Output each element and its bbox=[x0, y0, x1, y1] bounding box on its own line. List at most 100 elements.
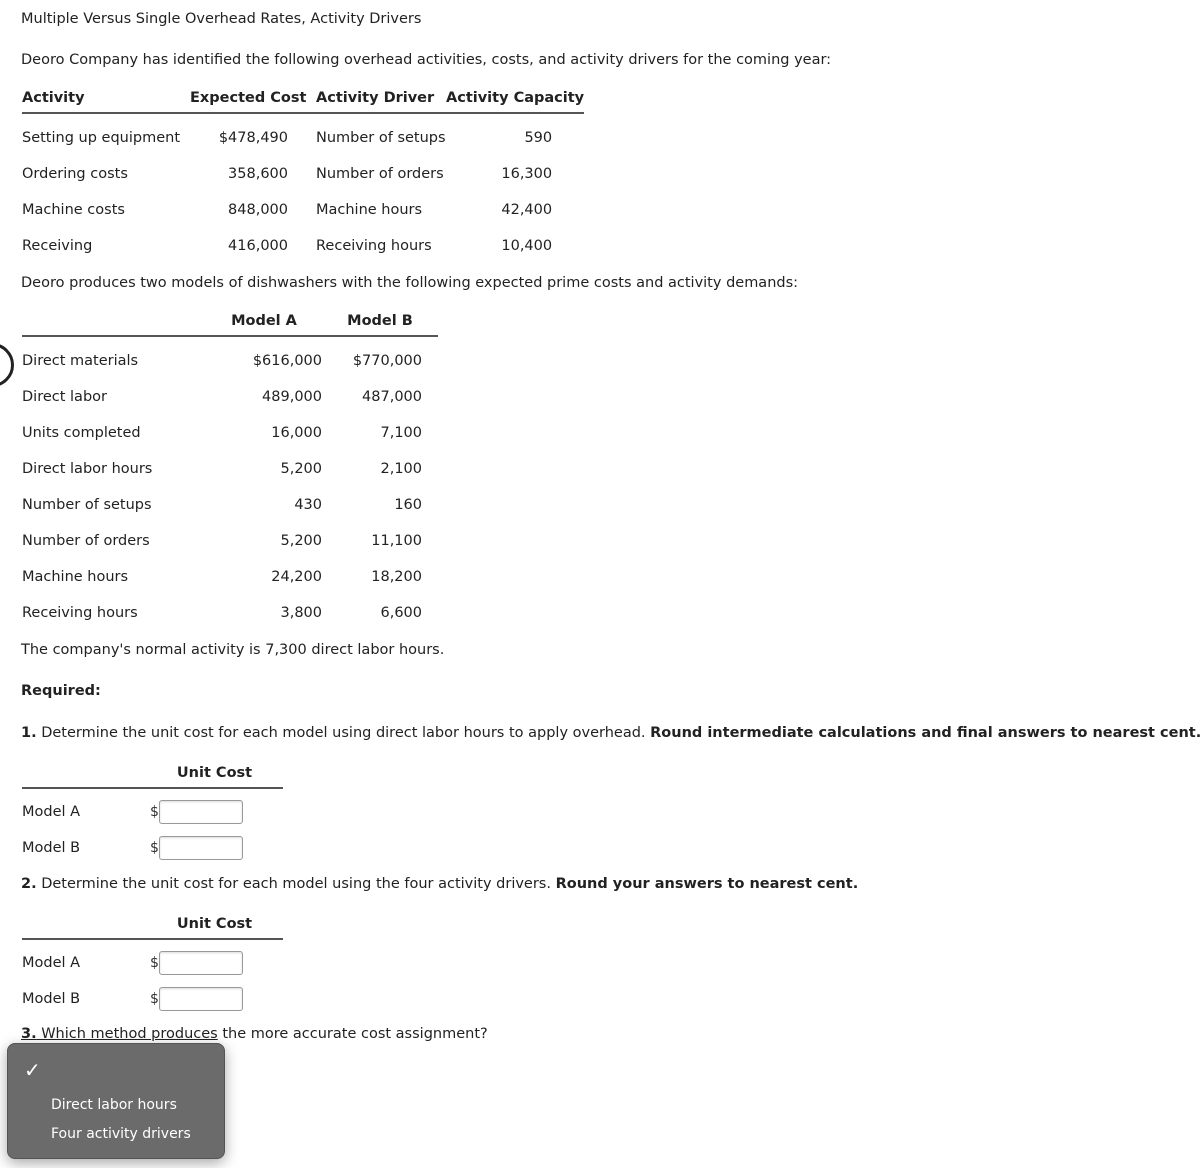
dropdown-option-direct-labor-hours[interactable]: Direct labor hours bbox=[51, 1097, 177, 1113]
required-label: Required: bbox=[21, 683, 101, 699]
partial-circle-marker bbox=[0, 343, 14, 387]
method-dropdown-menu[interactable]: ✓ Direct labor hours Four activity drive… bbox=[7, 1043, 225, 1159]
col-model-b: Model B bbox=[347, 313, 413, 329]
row-label: Model A bbox=[22, 955, 81, 971]
normal-activity-text: The company's normal activity is 7,300 d… bbox=[21, 642, 445, 658]
row-label: Units completed bbox=[22, 425, 141, 441]
currency-symbol: $ bbox=[150, 804, 159, 820]
model-b-value: 11,100 bbox=[371, 533, 422, 549]
question-3: 3. Which method produces the more accura… bbox=[21, 1026, 488, 1042]
model-b-value: 487,000 bbox=[362, 389, 422, 405]
table-row: Model B $ bbox=[22, 981, 283, 1017]
table-row: Direct labor hours 5,200 2,100 bbox=[22, 451, 438, 487]
activity-capacity: 42,400 bbox=[501, 202, 553, 218]
table-row: Machine hours 24,200 18,200 bbox=[22, 559, 438, 595]
model-a-value: 489,000 bbox=[262, 389, 322, 405]
page-title: Multiple Versus Single Overhead Rates, A… bbox=[21, 11, 422, 27]
col-unit-cost: Unit Cost bbox=[176, 916, 253, 932]
model-a-value: 3,800 bbox=[280, 605, 322, 621]
activity-name: Machine costs bbox=[22, 202, 125, 218]
col-unit-cost: Unit Cost bbox=[176, 765, 253, 781]
table-row: Number of setups 430 160 bbox=[22, 487, 438, 523]
col-activity-driver: Activity Driver bbox=[316, 90, 435, 106]
expected-cost: 358,600 bbox=[228, 166, 288, 182]
model-a-value: $616,000 bbox=[252, 353, 322, 369]
question-2-number: 2. bbox=[21, 876, 37, 892]
question-1: 1. Determine the unit cost for each mode… bbox=[21, 725, 1200, 741]
activity-driver: Number of setups bbox=[316, 130, 446, 146]
expected-cost: 416,000 bbox=[228, 238, 288, 254]
expected-cost: $478,490 bbox=[218, 130, 288, 146]
table-header-row: Model A Model B bbox=[22, 313, 438, 336]
model-a-value: 5,200 bbox=[280, 533, 322, 549]
model-b-value: 160 bbox=[394, 497, 422, 513]
table-row: Model A $ bbox=[22, 788, 283, 830]
table-header-row: Unit Cost bbox=[22, 916, 283, 939]
dropdown-option-four-activity-drivers[interactable]: Four activity drivers bbox=[51, 1126, 191, 1142]
checkmark-icon[interactable]: ✓ bbox=[24, 1058, 41, 1082]
row-label: Model B bbox=[22, 840, 81, 856]
activity-driver: Receiving hours bbox=[316, 238, 432, 254]
table-row: Direct labor 489,000 487,000 bbox=[22, 379, 438, 415]
col-activity: Activity bbox=[22, 90, 85, 106]
models-intro-text: Deoro produces two models of dishwashers… bbox=[21, 275, 799, 291]
model-a-value: 5,200 bbox=[280, 461, 322, 477]
row-label: Model B bbox=[22, 991, 81, 1007]
model-b-value: 18,200 bbox=[371, 569, 422, 585]
row-label: Number of setups bbox=[22, 497, 152, 513]
table-row: Direct materials $616,000 $770,000 bbox=[22, 336, 438, 379]
activity-capacity: 590 bbox=[524, 130, 553, 146]
row-label: Machine hours bbox=[22, 569, 129, 585]
activity-driver: Machine hours bbox=[316, 202, 423, 218]
expected-cost: 848,000 bbox=[228, 202, 288, 218]
q2-answer-table: Unit Cost Model A $ Model B $ bbox=[22, 916, 283, 1017]
activity-capacity: 10,400 bbox=[501, 238, 553, 254]
question-2-instruction: Round your answers to nearest cent. bbox=[555, 876, 859, 892]
row-label: Direct labor hours bbox=[22, 461, 153, 477]
question-1-number: 1. bbox=[21, 725, 37, 741]
table-row: Ordering costs 358,600 Number of orders … bbox=[22, 156, 584, 192]
q2-model-b-unit-cost-input[interactable] bbox=[158, 987, 243, 1011]
question-1-text: Determine the unit cost for each model u… bbox=[36, 725, 651, 741]
question-1-instruction: Round intermediate calculations and fina… bbox=[650, 725, 1200, 741]
currency-symbol: $ bbox=[150, 840, 159, 856]
activity-capacity: 16,300 bbox=[501, 166, 553, 182]
table-header-row: Unit Cost bbox=[22, 765, 283, 788]
model-a-value: 16,000 bbox=[271, 425, 322, 441]
table-row: Setting up equipment $478,490 Number of … bbox=[22, 113, 584, 156]
model-b-value: $770,000 bbox=[352, 353, 422, 369]
row-label: Direct labor bbox=[22, 389, 107, 405]
model-b-value: 6,600 bbox=[380, 605, 422, 621]
question-3-number: 3. bbox=[21, 1026, 37, 1042]
model-b-value: 7,100 bbox=[380, 425, 422, 441]
question-2: 2. Determine the unit cost for each mode… bbox=[21, 876, 858, 892]
q1-model-a-unit-cost-input[interactable] bbox=[158, 800, 243, 824]
q2-model-a-unit-cost-input[interactable] bbox=[158, 951, 243, 975]
activities-table: Activity Expected Cost Activity Driver A… bbox=[22, 90, 585, 264]
table-row: Units completed 16,000 7,100 bbox=[22, 415, 438, 451]
col-label bbox=[22, 313, 206, 336]
table-row: Model B $ bbox=[22, 830, 283, 866]
intro-text: Deoro Company has identified the followi… bbox=[21, 52, 832, 68]
question-2-text: Determine the unit cost for each model u… bbox=[36, 876, 556, 892]
col-expected-cost: Expected Cost bbox=[190, 90, 307, 106]
table-row: Receiving 416,000 Receiving hours 10,400 bbox=[22, 228, 584, 264]
table-header-row: Activity Expected Cost Activity Driver A… bbox=[22, 90, 585, 113]
model-a-value: 24,200 bbox=[271, 569, 322, 585]
activity-name: Setting up equipment bbox=[22, 130, 180, 146]
currency-symbol: $ bbox=[150, 991, 159, 1007]
row-label: Direct materials bbox=[22, 353, 139, 369]
activity-name: Ordering costs bbox=[22, 166, 128, 182]
q1-model-b-unit-cost-input[interactable] bbox=[158, 836, 243, 860]
question-3-text: the more accurate cost assignment? bbox=[217, 1026, 488, 1042]
row-label: Receiving hours bbox=[22, 605, 138, 621]
activity-name: Receiving bbox=[22, 238, 93, 254]
question-3-text-underlined: Which method produces bbox=[36, 1026, 218, 1042]
row-label: Number of orders bbox=[22, 533, 150, 549]
activity-driver: Number of orders bbox=[316, 166, 444, 182]
models-table: Model A Model B Direct materials $616,00… bbox=[22, 313, 438, 631]
table-row: Number of orders 5,200 11,100 bbox=[22, 523, 438, 559]
model-a-value: 430 bbox=[294, 497, 322, 513]
q1-answer-table: Unit Cost Model A $ Model B $ bbox=[22, 765, 283, 866]
model-b-value: 2,100 bbox=[380, 461, 422, 477]
